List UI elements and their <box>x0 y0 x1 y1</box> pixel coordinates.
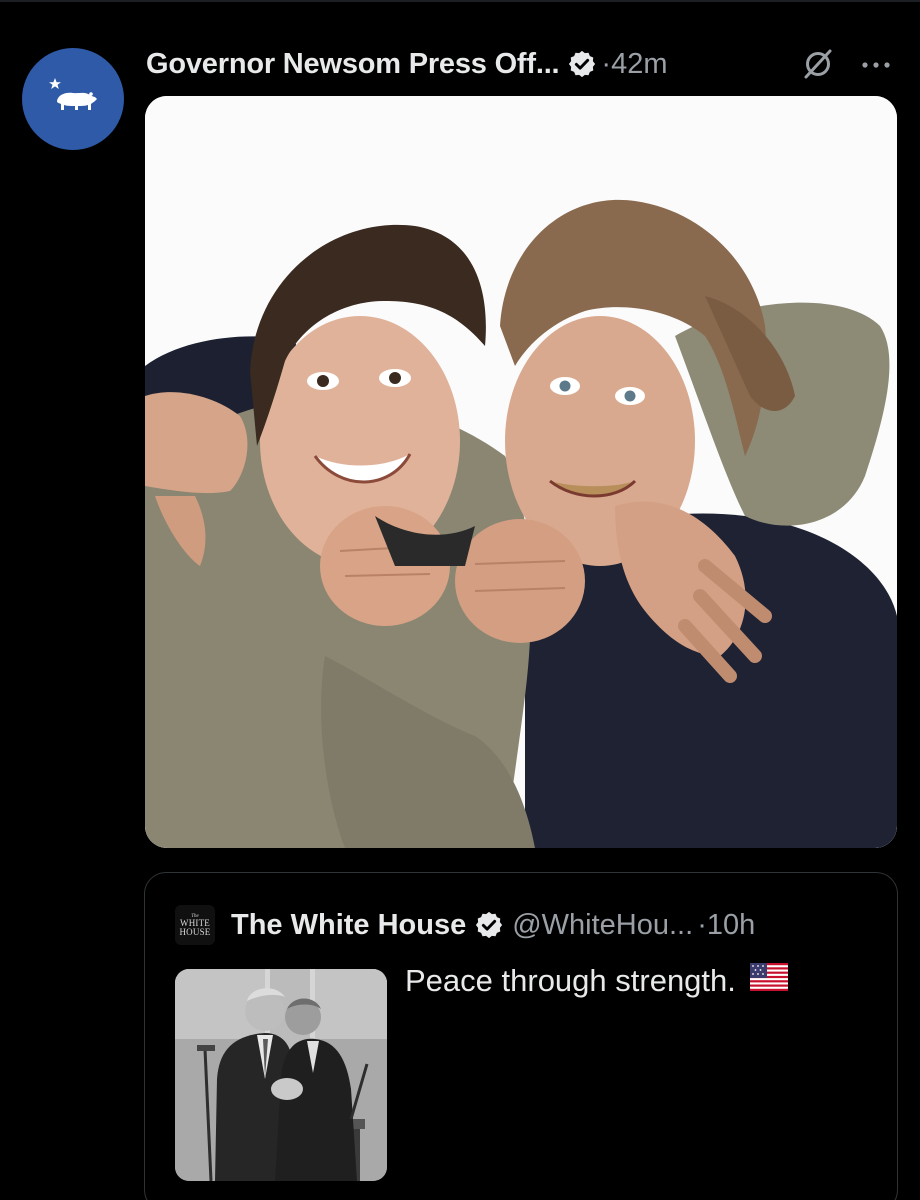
top-divider <box>0 0 920 2</box>
quoted-post-thumbnail[interactable] <box>175 969 387 1181</box>
verified-badge-icon[interactable] <box>567 49 597 79</box>
author-avatar[interactable] <box>22 48 124 150</box>
quoted-post-card[interactable]: The WHITE HOUSE The White House @WhiteHo… <box>144 872 898 1200</box>
grok-icon[interactable] <box>800 46 836 82</box>
us-flag-emoji <box>749 963 788 999</box>
quoted-post-text: Peace through strength. <box>405 963 736 998</box>
quoted-post-text-row: Peace through strength. <box>405 963 788 999</box>
author-name[interactable]: Governor Newsom Press Off... <box>146 48 560 81</box>
more-options-icon[interactable] <box>858 50 894 80</box>
california-bear-icon <box>49 78 97 110</box>
post-time[interactable]: ·42m <box>601 48 667 81</box>
photo-two-men-embracing <box>145 96 897 848</box>
verified-badge-icon <box>474 910 504 940</box>
quoted-post-header: The White House @WhiteHou... ·10h <box>231 903 755 947</box>
photo-two-men-handshake-bw <box>175 969 387 1181</box>
quoted-author-handle[interactable]: @WhiteHou... <box>512 909 693 942</box>
post-header: Governor Newsom Press Off... ·42m <box>146 40 906 88</box>
post-media-photo[interactable] <box>145 96 897 848</box>
quoted-author-name[interactable]: The White House <box>231 909 466 942</box>
avatar-text-house: HOUSE <box>179 926 211 937</box>
quoted-post-time[interactable]: ·10h <box>697 909 755 942</box>
quoted-author-avatar[interactable]: The WHITE HOUSE <box>175 905 215 945</box>
